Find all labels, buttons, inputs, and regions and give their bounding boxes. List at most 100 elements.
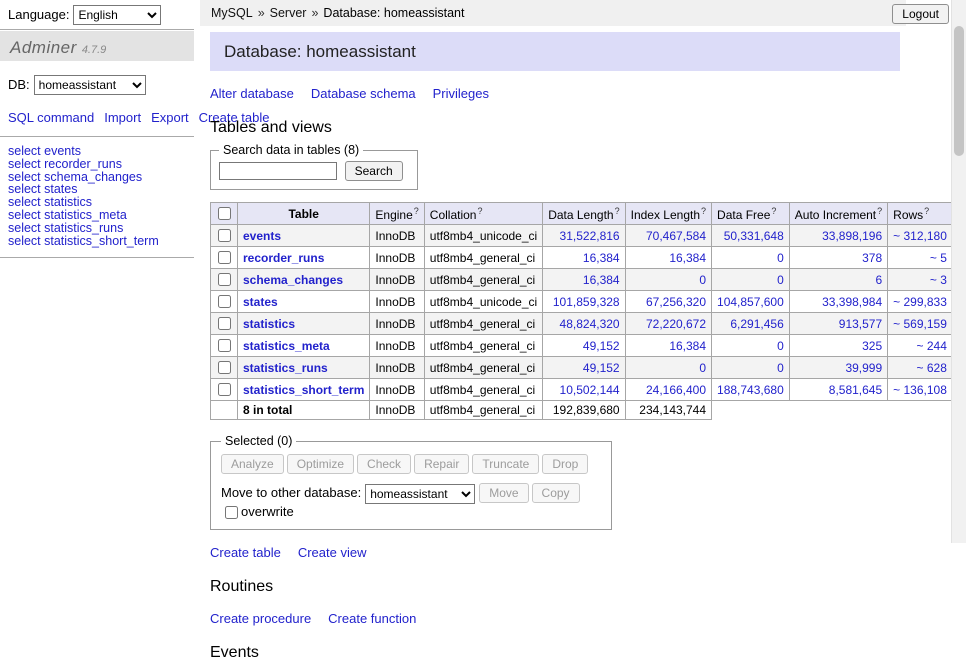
table-name-link[interactable]: statistics_meta	[243, 339, 330, 353]
breadcrumb-link-server[interactable]: Server	[270, 6, 307, 20]
row-checkbox[interactable]	[218, 273, 231, 286]
table-name-link[interactable]: schema_changes	[243, 273, 343, 287]
link-alter-database[interactable]: Alter database	[210, 86, 294, 101]
index-length-link[interactable]: 16,384	[669, 251, 706, 265]
link-create-function[interactable]: Create function	[328, 611, 416, 626]
data-free-link[interactable]: 104,857,600	[717, 295, 784, 309]
table-name-cell: states	[238, 291, 370, 313]
help-icon[interactable]: ?	[477, 206, 482, 216]
help-icon[interactable]: ?	[924, 206, 929, 216]
link-create-table[interactable]: Create table	[210, 545, 281, 560]
data-length-link[interactable]: 10,502,144	[560, 383, 620, 397]
index-length-link[interactable]: 70,467,584	[646, 229, 706, 243]
language-select[interactable]: English	[73, 5, 161, 25]
rows-link[interactable]: ~ 312,180	[893, 229, 947, 243]
table-name-link[interactable]: statistics_short_term	[243, 383, 364, 397]
row-checkbox[interactable]	[218, 339, 231, 352]
data-length-link[interactable]: 101,859,328	[553, 295, 620, 309]
sidebar-item-select-events[interactable]: select events	[8, 145, 186, 158]
sidebar-item-select-statistics-meta[interactable]: select statistics_meta	[8, 209, 186, 222]
analyze-button[interactable]: Analyze	[221, 454, 284, 474]
sidebar-item-select-statistics-runs[interactable]: select statistics_runs	[8, 222, 186, 235]
data-free-link[interactable]: 6,291,456	[730, 317, 783, 331]
sidebar-item-select-statistics-short-term[interactable]: select statistics_short_term	[8, 235, 186, 248]
data-length-link[interactable]: 16,384	[583, 251, 620, 265]
row-checkbox[interactable]	[218, 383, 231, 396]
data-length-link[interactable]: 48,824,320	[560, 317, 620, 331]
scrollbar[interactable]	[951, 0, 966, 543]
table-row: statisticsInnoDButf8mb4_general_ci48,824…	[211, 313, 966, 335]
data-length-link[interactable]: 49,152	[583, 339, 620, 353]
overwrite-checkbox[interactable]	[225, 506, 238, 519]
auto-increment-link[interactable]: 8,581,645	[829, 383, 882, 397]
auto-increment-link[interactable]: 325	[862, 339, 882, 353]
sidebar-item-select-recorder-runs[interactable]: select recorder_runs	[8, 158, 186, 171]
logout-button[interactable]: Logout	[892, 4, 949, 24]
table-name-link[interactable]: states	[243, 295, 278, 309]
db-select[interactable]: homeassistant	[34, 75, 146, 95]
search-button[interactable]: Search	[345, 161, 403, 181]
rows-link[interactable]: ~ 5	[930, 251, 947, 265]
auto-increment-link[interactable]: 33,898,196	[822, 229, 882, 243]
table-name-link[interactable]: events	[243, 229, 281, 243]
data-free-link[interactable]: 0	[777, 361, 784, 375]
link-create-view[interactable]: Create view	[298, 545, 367, 560]
data-length-link[interactable]: 49,152	[583, 361, 620, 375]
scrollbar-thumb[interactable]	[954, 26, 964, 156]
table-name-link[interactable]: recorder_runs	[243, 251, 324, 265]
data-free-link[interactable]: 50,331,648	[724, 229, 784, 243]
index-length-link[interactable]: 24,166,400	[646, 383, 706, 397]
help-icon[interactable]: ?	[615, 206, 620, 216]
auto-increment-link[interactable]: 39,999	[845, 361, 882, 375]
row-checkbox[interactable]	[218, 295, 231, 308]
link-database-schema[interactable]: Database schema	[311, 86, 416, 101]
copy-button[interactable]: Copy	[532, 483, 580, 503]
auto-increment-link[interactable]: 33,398,984	[822, 295, 882, 309]
rows-link[interactable]: ~ 299,833	[893, 295, 947, 309]
repair-button[interactable]: Repair	[414, 454, 469, 474]
index-length-link[interactable]: 16,384	[669, 339, 706, 353]
row-checkbox[interactable]	[218, 361, 231, 374]
table-name-link[interactable]: statistics	[243, 317, 295, 331]
sidebar-link-sql-command[interactable]: SQL command	[8, 110, 94, 125]
table-name-link[interactable]: statistics_runs	[243, 361, 328, 375]
index-length-link[interactable]: 0	[699, 273, 706, 287]
data-length-link[interactable]: 16,384	[583, 273, 620, 287]
row-checkbox[interactable]	[218, 229, 231, 242]
link-privileges[interactable]: Privileges	[433, 86, 489, 101]
sidebar-link-export[interactable]: Export	[151, 110, 189, 125]
move-button[interactable]: Move	[479, 483, 528, 503]
index-length-link[interactable]: 72,220,672	[646, 317, 706, 331]
rows-link[interactable]: ~ 569,159	[893, 317, 947, 331]
check-button[interactable]: Check	[357, 454, 411, 474]
auto-increment-link[interactable]: 6	[875, 273, 882, 287]
rows-link[interactable]: ~ 628	[917, 361, 947, 375]
index-length-link[interactable]: 67,256,320	[646, 295, 706, 309]
rows-link[interactable]: ~ 136,108	[893, 383, 947, 397]
data-free-link[interactable]: 0	[777, 273, 784, 287]
rows-link[interactable]: ~ 3	[930, 273, 947, 287]
drop-button[interactable]: Drop	[542, 454, 588, 474]
help-icon[interactable]: ?	[414, 206, 419, 216]
data-free-link[interactable]: 188,743,680	[717, 383, 784, 397]
rows-link[interactable]: ~ 244	[917, 339, 947, 353]
data-free-link[interactable]: 0	[777, 251, 784, 265]
sidebar-link-import[interactable]: Import	[104, 110, 141, 125]
truncate-button[interactable]: Truncate	[472, 454, 539, 474]
help-icon[interactable]: ?	[701, 206, 706, 216]
help-icon[interactable]: ?	[771, 206, 776, 216]
help-icon[interactable]: ?	[877, 206, 882, 216]
optimize-button[interactable]: Optimize	[287, 454, 354, 474]
search-input[interactable]	[219, 162, 337, 180]
link-create-procedure[interactable]: Create procedure	[210, 611, 311, 626]
data-free-link[interactable]: 0	[777, 339, 784, 353]
auto-increment-link[interactable]: 378	[862, 251, 882, 265]
row-checkbox[interactable]	[218, 317, 231, 330]
index-length-link[interactable]: 0	[699, 361, 706, 375]
row-checkbox[interactable]	[218, 251, 231, 264]
move-db-select[interactable]: homeassistant	[365, 484, 475, 504]
breadcrumb-link-mysql[interactable]: MySQL	[211, 6, 253, 20]
auto-increment-link[interactable]: 913,577	[839, 317, 882, 331]
data-length-link[interactable]: 31,522,816	[560, 229, 620, 243]
select-all-checkbox[interactable]	[218, 207, 231, 220]
